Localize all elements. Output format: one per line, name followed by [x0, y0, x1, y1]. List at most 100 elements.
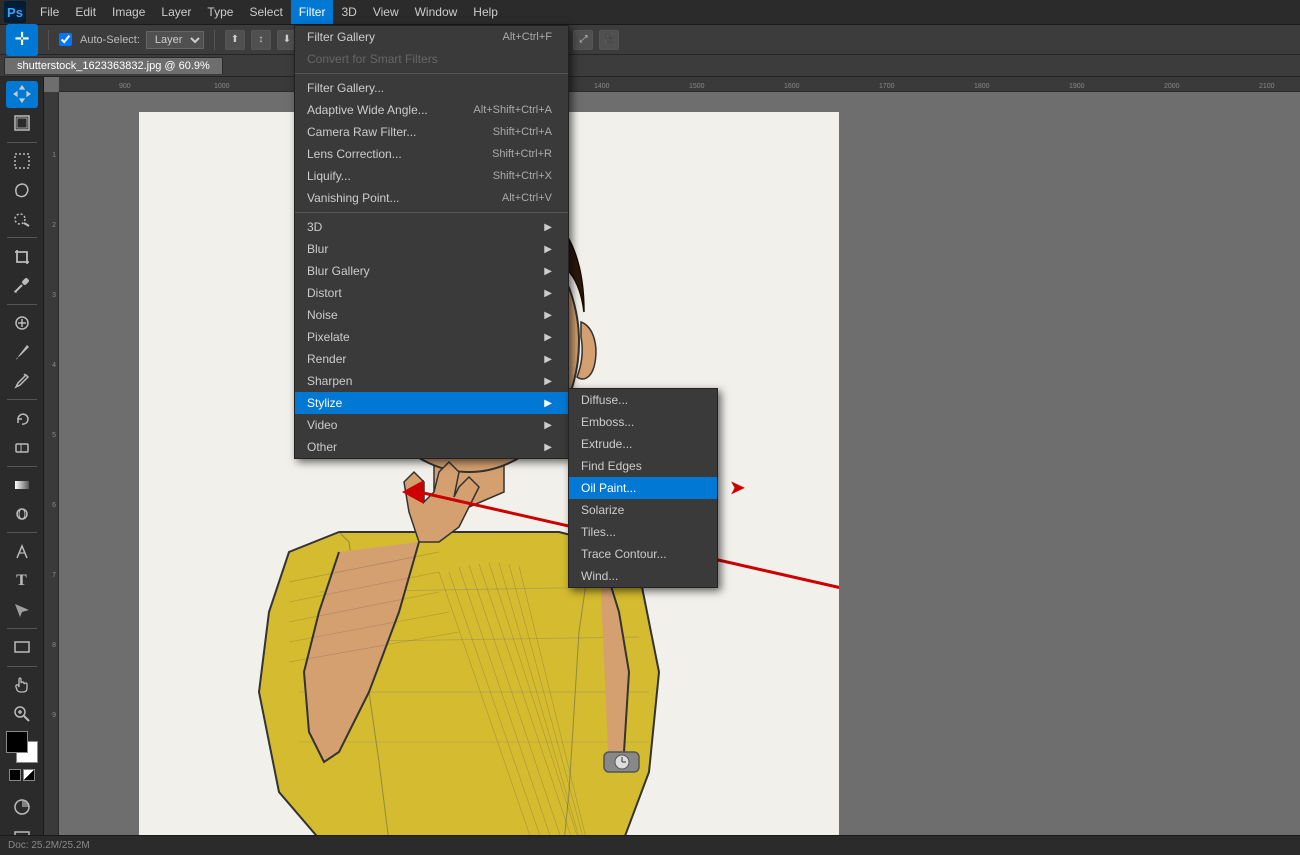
filter-stylize[interactable]: Stylize ▶: [295, 392, 568, 414]
align-top-icon[interactable]: ⬆: [225, 30, 245, 50]
filter-blur-gallery-arrow: ▶: [544, 266, 552, 277]
swap-colors[interactable]: [23, 769, 35, 781]
quick-select-tool[interactable]: [6, 205, 38, 232]
adaptive-wide-angle[interactable]: Adaptive Wide Angle... Alt+Shift+Ctrl+A: [295, 99, 568, 121]
menu-select[interactable]: Select: [241, 0, 290, 24]
align-vert-icon[interactable]: ↕: [251, 30, 271, 50]
menu-file[interactable]: File: [32, 0, 67, 24]
ps-logo: Ps: [4, 1, 26, 23]
artboard-tool[interactable]: [6, 110, 38, 137]
ruler-mark-1400: 1400: [594, 77, 610, 91]
filter-blur-gallery[interactable]: Blur Gallery ▶: [295, 260, 568, 282]
vanishing-shortcut: Alt+Ctrl+V: [502, 192, 552, 204]
vanishing-point[interactable]: Vanishing Point... Alt+Ctrl+V: [295, 187, 568, 209]
gradient-tool[interactable]: [6, 472, 38, 499]
menu-help[interactable]: Help: [465, 0, 506, 24]
tool-separator-8: [7, 666, 37, 667]
zoom-tool[interactable]: [6, 700, 38, 727]
path-select-tool[interactable]: [6, 596, 38, 623]
tab-bar: shutterstock_1623363832.jpg @ 60.9%: [0, 55, 1300, 77]
filter-gallery[interactable]: Filter Gallery...: [295, 77, 568, 99]
document-tab[interactable]: shutterstock_1623363832.jpg @ 60.9%: [4, 57, 223, 74]
menu-image[interactable]: Image: [104, 0, 153, 24]
filter-sharpen[interactable]: Sharpen ▶: [295, 370, 568, 392]
filter-3d[interactable]: 3D ▶: [295, 216, 568, 238]
tool-separator-5: [7, 466, 37, 467]
ruler-v-4: 4: [44, 362, 58, 369]
eraser-tool[interactable]: [6, 434, 38, 461]
3d-slide-icon[interactable]: ⤢: [573, 30, 593, 50]
tool-separator-7: [7, 628, 37, 629]
filter-distort-label: Distort: [307, 286, 342, 300]
menu-bar: Ps File Edit Image Layer Type Select Fil…: [0, 0, 1300, 25]
filter-3d-label: 3D: [307, 220, 322, 234]
stylize-extrude[interactable]: Extrude...: [569, 433, 717, 455]
healing-tool[interactable]: [6, 310, 38, 337]
quick-mask[interactable]: [6, 793, 38, 820]
camera-raw-filter[interactable]: Camera Raw Filter... Shift+Ctrl+A: [295, 121, 568, 143]
stylize-diffuse[interactable]: Diffuse...: [569, 389, 717, 411]
move-tool-options[interactable]: ✛: [6, 24, 38, 56]
filter-video[interactable]: Video ▶: [295, 414, 568, 436]
filter-other[interactable]: Other ▶: [295, 436, 568, 458]
clone-stamp-tool[interactable]: [6, 367, 38, 394]
eyedropper-tool[interactable]: [6, 272, 38, 299]
stylize-trace-contour[interactable]: Trace Contour...: [569, 543, 717, 565]
pen-tool[interactable]: [6, 538, 38, 565]
brush-tool[interactable]: [6, 339, 38, 366]
menu-layer[interactable]: Layer: [153, 0, 199, 24]
menu-type[interactable]: Type: [199, 0, 241, 24]
history-brush-tool[interactable]: [6, 405, 38, 432]
ruler-mark-1900: 1900: [1069, 77, 1085, 91]
type-tool[interactable]: T: [6, 567, 38, 594]
menu-edit[interactable]: Edit: [67, 0, 104, 24]
convert-smart-label: Convert for Smart Filters: [307, 52, 438, 66]
move-tool[interactable]: [6, 81, 38, 108]
ruler-v-6: 6: [44, 502, 58, 509]
default-colors[interactable]: [9, 769, 21, 781]
filter-gallery-shortcut-label: Filter Gallery: [307, 30, 375, 44]
lasso-tool[interactable]: [6, 176, 38, 203]
filter-render[interactable]: Render ▶: [295, 348, 568, 370]
camera-raw-label: Camera Raw Filter...: [307, 125, 416, 139]
filter-blur[interactable]: Blur ▶: [295, 238, 568, 260]
liquify-label: Liquify...: [307, 169, 351, 183]
oil-paint-label: Oil Paint...: [581, 481, 636, 495]
liquify[interactable]: Liquify... Shift+Ctrl+X: [295, 165, 568, 187]
3d-scale-icon[interactable]: 🎥: [599, 30, 619, 50]
ruler-mark-1500: 1500: [689, 77, 705, 91]
stylize-emboss[interactable]: Emboss...: [569, 411, 717, 433]
convert-smart-filters[interactable]: Convert for Smart Filters: [295, 48, 568, 70]
find-edges-label: Find Edges: [581, 459, 642, 473]
filter-noise[interactable]: Noise ▶: [295, 304, 568, 326]
auto-select-checkbox[interactable]: [59, 33, 72, 46]
wind-label: Wind...: [581, 569, 618, 583]
marquee-tool[interactable]: [6, 148, 38, 175]
stylize-find-edges[interactable]: Find Edges: [569, 455, 717, 477]
stylize-oil-paint[interactable]: Oil Paint... ➤: [569, 477, 717, 499]
filter-noise-label: Noise: [307, 308, 338, 322]
stylize-tiles[interactable]: Tiles...: [569, 521, 717, 543]
lens-correction[interactable]: Lens Correction... Shift+Ctrl+R: [295, 143, 568, 165]
filter-distort[interactable]: Distort ▶: [295, 282, 568, 304]
menu-view[interactable]: View: [365, 0, 407, 24]
fg-bg-colors[interactable]: [6, 731, 38, 763]
stylize-solarize[interactable]: Solarize: [569, 499, 717, 521]
layer-dropdown[interactable]: Layer: [146, 31, 204, 49]
ruler-v-8: 8: [44, 642, 58, 649]
stylize-wind[interactable]: Wind...: [569, 565, 717, 587]
separator2: [214, 30, 215, 50]
filter-gallery-label: Filter Gallery...: [307, 81, 384, 95]
menu-filter[interactable]: Filter: [291, 0, 334, 24]
filter-pixelate[interactable]: Pixelate ▶: [295, 326, 568, 348]
filter-gallery-shortcut[interactable]: Filter Gallery Alt+Ctrl+F: [295, 26, 568, 48]
ruler-mark-2100: 2100: [1259, 77, 1275, 91]
blur-tool[interactable]: [6, 501, 38, 528]
menu-3d[interactable]: 3D: [333, 0, 364, 24]
hand-tool[interactable]: [6, 672, 38, 699]
menu-window[interactable]: Window: [407, 0, 466, 24]
rectangle-tool[interactable]: [6, 634, 38, 661]
crop-tool[interactable]: [6, 243, 38, 270]
ruler-v-3: 3: [44, 292, 58, 299]
fg-color[interactable]: [6, 731, 28, 753]
